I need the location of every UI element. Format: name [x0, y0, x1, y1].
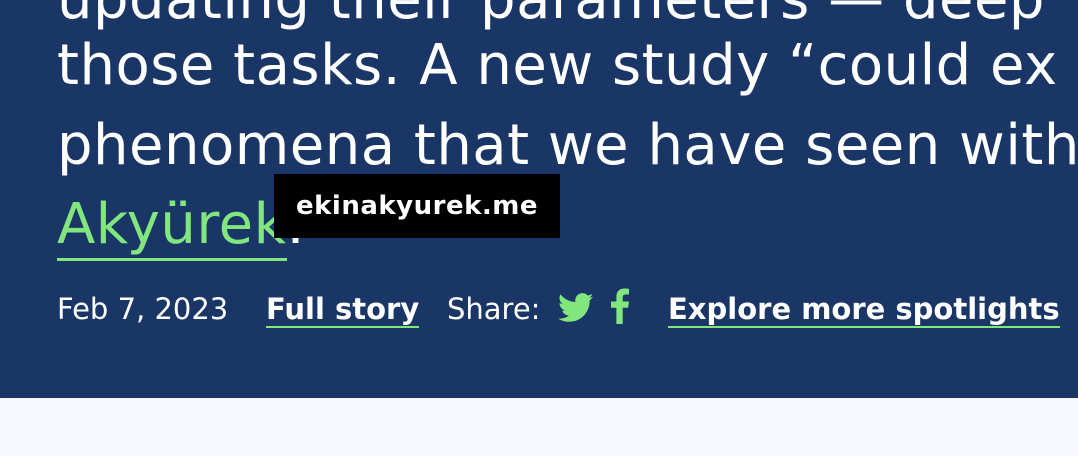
twitter-icon[interactable]: [558, 292, 594, 331]
author-link[interactable]: Akyürek: [57, 192, 287, 261]
page-background: [0, 398, 1078, 456]
article-text-line: Akyürek.: [57, 192, 305, 261]
link-tooltip: ekinakyurek.me: [274, 174, 560, 238]
article-text-line: phenomena that we have seen with: [57, 113, 1078, 178]
spotlight-meta: Feb 7, 2023 Full story Share: Explore mo…: [0, 288, 1078, 332]
facebook-icon[interactable]: [610, 288, 630, 331]
explore-more-link[interactable]: Explore more spotlights: [668, 292, 1060, 328]
article-text-line: updating their parameters — deep: [57, 0, 1045, 28]
share-label: Share:: [447, 292, 541, 326]
spotlight-hero: updating their parameters — deep those t…: [0, 0, 1078, 398]
publish-date: Feb 7, 2023: [57, 292, 229, 326]
article-text-line: those tasks. A new study “could ex: [57, 33, 1058, 98]
full-story-link[interactable]: Full story: [266, 292, 420, 328]
